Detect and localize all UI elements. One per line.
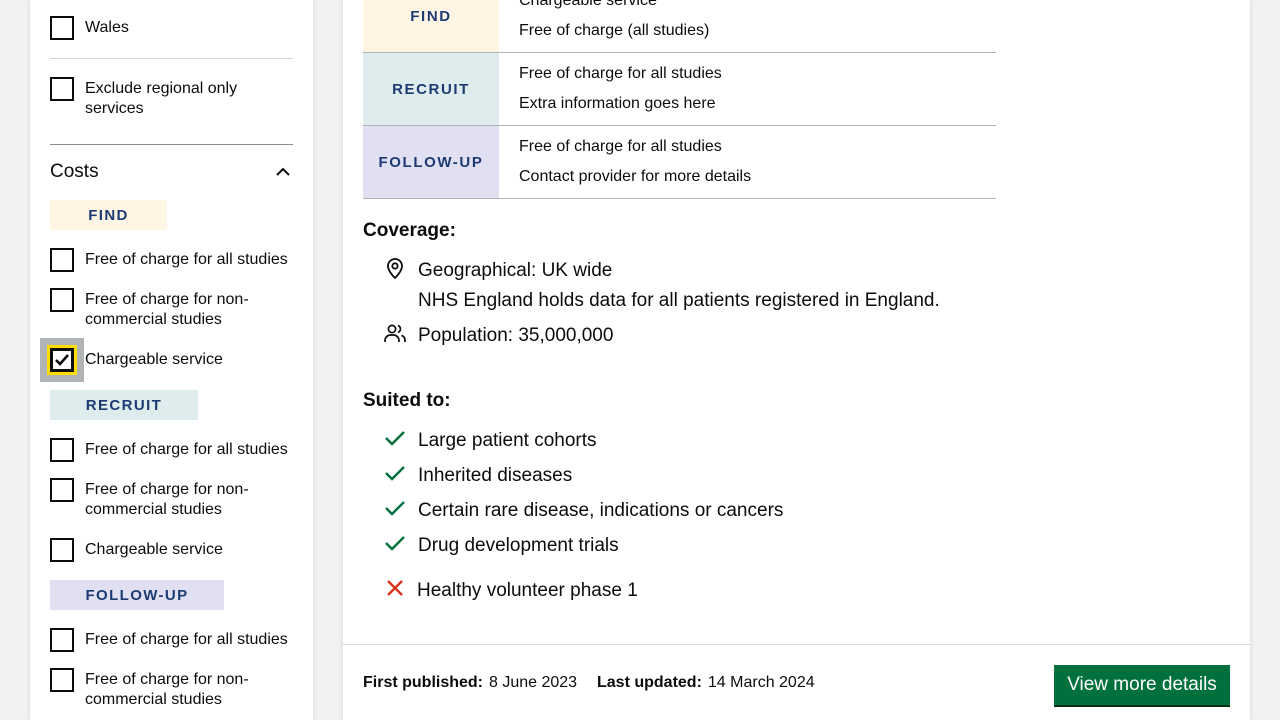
checkbox-box[interactable] bbox=[50, 538, 74, 562]
service-result-card: FIND Chargeable service Free of charge (… bbox=[343, 0, 1250, 720]
tick-icon bbox=[385, 466, 405, 481]
checkbox-box[interactable] bbox=[50, 478, 74, 502]
costs-details: Free of charge for all studies Extra inf… bbox=[499, 53, 722, 125]
suited-item-text: Inherited diseases bbox=[418, 465, 573, 486]
map-pin-icon bbox=[387, 258, 403, 280]
checkbox-box[interactable] bbox=[50, 288, 74, 312]
checkbox-exclude-regional[interactable]: Exclude regional only services bbox=[50, 77, 300, 119]
section-title: Costs bbox=[50, 161, 99, 182]
costs-section-toggle[interactable]: Costs bbox=[50, 161, 293, 183]
chevron-up-icon bbox=[276, 167, 290, 176]
checkbox-recruit-chargeable[interactable]: Chargeable service bbox=[50, 538, 300, 562]
checkbox-box[interactable] bbox=[50, 248, 74, 272]
costs-detail-line: Free of charge for all studies bbox=[519, 65, 722, 82]
checkbox-label: Free of charge for all studies bbox=[85, 251, 288, 268]
last-updated: Last updated: 14 March 2024 bbox=[597, 674, 815, 692]
not-suited-item-text: Healthy volunteer phase 1 bbox=[417, 580, 638, 601]
checkbox-label: Free of charge for non-commercial studie… bbox=[85, 291, 249, 328]
coverage-geographical-note: NHS England holds data for all patients … bbox=[418, 290, 940, 311]
costs-table: FIND Chargeable service Free of charge (… bbox=[363, 0, 996, 199]
checkbox-box-checked[interactable] bbox=[47, 345, 77, 375]
card-footer-divider bbox=[343, 644, 1250, 645]
costs-row-find: FIND Chargeable service Free of charge (… bbox=[363, 0, 996, 53]
not-suited-item: Healthy volunteer phase 1 bbox=[383, 576, 638, 606]
costs-row-recruit: RECRUIT Free of charge for all studies E… bbox=[363, 53, 996, 126]
last-updated-label: Last updated: bbox=[597, 674, 702, 691]
coverage-heading: Coverage: bbox=[363, 220, 456, 241]
checkbox-box[interactable] bbox=[50, 77, 74, 101]
tag-recruit: RECRUIT bbox=[50, 390, 198, 420]
checkbox-recruit-free-all[interactable]: Free of charge for all studies bbox=[50, 438, 300, 462]
checkbox-box[interactable] bbox=[50, 668, 74, 692]
suited-item-text: Certain rare disease, indications or can… bbox=[418, 500, 784, 521]
checkbox-label: Exclude regional only services bbox=[85, 80, 238, 117]
last-updated-date: 14 March 2024 bbox=[707, 674, 815, 691]
checkbox-find-free-all[interactable]: Free of charge for all studies bbox=[50, 248, 300, 272]
costs-details: Chargeable service Free of charge (all s… bbox=[499, 0, 709, 52]
costs-details: Free of charge for all studies Contact p… bbox=[499, 126, 751, 198]
checkbox-label: Chargeable service bbox=[85, 351, 223, 368]
checkbox-label: Chargeable service bbox=[85, 541, 223, 558]
tick-icon bbox=[385, 431, 405, 446]
tag-find: FIND bbox=[50, 200, 167, 230]
costs-detail-line: Extra information goes here bbox=[519, 95, 716, 112]
coverage-geographical-text: Geographical: UK wide bbox=[418, 260, 613, 281]
coverage-population: Population: 35,000,000 bbox=[383, 321, 613, 351]
people-icon bbox=[384, 324, 406, 342]
tick-icon bbox=[385, 536, 405, 551]
view-more-details-button[interactable]: View more details bbox=[1054, 665, 1230, 705]
checkbox-label: Free of charge for all studies bbox=[85, 441, 288, 458]
checkbox-wales[interactable]: Wales bbox=[50, 16, 300, 40]
costs-detail-line: Free of charge for all studies bbox=[519, 138, 722, 155]
section-divider bbox=[50, 144, 293, 145]
first-published: First published: 8 June 2023 bbox=[363, 674, 577, 692]
coverage-population-text: Population: 35,000,000 bbox=[418, 325, 614, 346]
costs-tag-recruit: RECRUIT bbox=[363, 53, 499, 125]
divider bbox=[50, 58, 293, 59]
checkbox-label: Free of charge for all studies bbox=[85, 631, 288, 648]
checkbox-follow-up-free-noncommercial[interactable]: Free of charge for non-commercial studie… bbox=[50, 668, 300, 710]
checkbox-box[interactable] bbox=[50, 16, 74, 40]
suited-item-text: Drug development trials bbox=[418, 535, 619, 556]
suited-item: Large patient cohorts bbox=[383, 426, 597, 456]
coverage-geographical: Geographical: UK wide NHS England holds … bbox=[383, 256, 940, 316]
checkbox-label: Free of charge for non-commercial studie… bbox=[85, 671, 249, 708]
first-published-date: 8 June 2023 bbox=[489, 674, 578, 691]
suited-item: Inherited diseases bbox=[383, 461, 572, 491]
costs-row-follow-up: FOLLOW-UP Free of charge for all studies… bbox=[363, 126, 996, 199]
costs-detail-line: Contact provider for more details bbox=[519, 168, 752, 185]
first-published-label: First published: bbox=[363, 674, 483, 691]
checkbox-find-chargeable[interactable]: Chargeable service bbox=[40, 338, 300, 382]
cross-icon bbox=[387, 580, 403, 596]
suited-to-heading: Suited to: bbox=[363, 390, 451, 411]
tick-icon bbox=[385, 501, 405, 516]
suited-item-text: Large patient cohorts bbox=[418, 430, 597, 451]
suited-item: Certain rare disease, indications or can… bbox=[383, 496, 783, 526]
suited-item: Drug development trials bbox=[383, 531, 619, 561]
costs-detail-line: Free of charge (all studies) bbox=[519, 22, 710, 39]
checkbox-label: Free of charge for non-commercial studie… bbox=[85, 481, 249, 518]
costs-detail-line: Chargeable service bbox=[519, 0, 657, 9]
checkmark-icon bbox=[55, 354, 69, 366]
checkbox-box[interactable] bbox=[50, 438, 74, 462]
costs-tag-find: FIND bbox=[363, 0, 499, 52]
tag-follow-up: FOLLOW-UP bbox=[50, 580, 224, 610]
checkbox-find-free-noncommercial[interactable]: Free of charge for non-commercial studie… bbox=[50, 288, 300, 330]
checkbox-box[interactable] bbox=[50, 628, 74, 652]
checkbox-follow-up-free-all[interactable]: Free of charge for all studies bbox=[50, 628, 300, 652]
checkbox-label: Wales bbox=[85, 19, 129, 36]
checkbox-recruit-free-noncommercial[interactable]: Free of charge for non-commercial studie… bbox=[50, 478, 300, 520]
filter-sidebar: Wales Exclude regional only services Cos… bbox=[30, 0, 313, 720]
costs-tag-follow-up: FOLLOW-UP bbox=[363, 126, 499, 198]
